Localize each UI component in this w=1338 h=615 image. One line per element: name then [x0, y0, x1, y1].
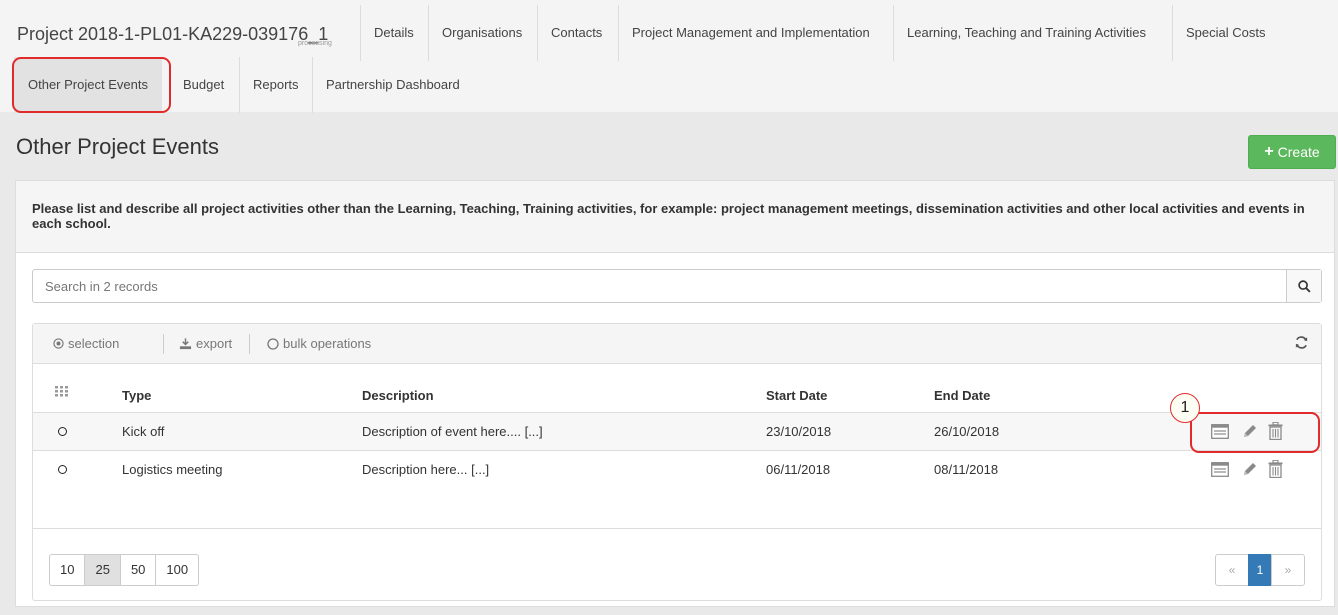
tab-budget[interactable]: Budget	[170, 57, 237, 113]
create-button[interactable]: + Create	[1248, 135, 1336, 169]
cell-description: Description of event here.... [...]	[362, 424, 543, 439]
page-size-25[interactable]: 25	[84, 554, 121, 586]
page-1-button[interactable]: 1	[1248, 554, 1272, 586]
table-row: Kick off Description of event here.... […	[33, 413, 1321, 450]
selection-label: selection	[68, 336, 120, 351]
project-title: Project 2018-1-PL01-KA229-039176_1	[17, 24, 329, 44]
table-row: Logistics meeting Description here... [.…	[33, 451, 1321, 488]
delete-icon[interactable]	[1268, 460, 1283, 478]
plus-icon: +	[1264, 143, 1274, 160]
refresh-icon	[1295, 336, 1308, 349]
search-box	[32, 269, 1322, 303]
cell-end-date: 08/11/2018	[934, 462, 999, 477]
callout-badge: 1	[1170, 393, 1200, 423]
cell-end-date: 26/10/2018	[934, 424, 1000, 439]
row-select-radio[interactable]	[58, 427, 67, 436]
refresh-button[interactable]	[1294, 335, 1309, 353]
tab-reports[interactable]: Reports	[239, 57, 312, 113]
tab-partnership-dashboard[interactable]: Partnership Dashboard	[312, 57, 473, 113]
cell-description: Description here... [...]	[362, 462, 490, 477]
edit-icon[interactable]	[1241, 461, 1258, 478]
download-icon	[179, 337, 192, 349]
table-bottom-divider	[33, 528, 1321, 529]
row-select-radio[interactable]	[58, 465, 67, 474]
columns-grid-icon[interactable]	[55, 386, 68, 397]
tab-special-costs[interactable]: Special Costs	[1172, 5, 1278, 61]
selection-toggle[interactable]: selection	[53, 336, 119, 351]
tab-learning-teaching-training[interactable]: Learning, Teaching and Training Activiti…	[893, 5, 1159, 61]
create-button-label: Create	[1277, 144, 1320, 160]
page-size-10[interactable]: 10	[49, 554, 86, 586]
next-page-button[interactable]: »	[1271, 554, 1305, 586]
edit-icon[interactable]	[1241, 423, 1258, 440]
delete-icon[interactable]	[1268, 422, 1283, 440]
view-icon[interactable]	[1211, 424, 1229, 439]
pagination: « 1 »	[1215, 554, 1305, 586]
column-header-start-date[interactable]: Start Date	[766, 388, 827, 403]
page-size-100[interactable]: 100	[155, 554, 200, 586]
tab-details[interactable]: Details	[360, 5, 427, 61]
circle-icon	[267, 337, 279, 350]
target-circle-icon	[53, 338, 64, 349]
tab-contacts[interactable]: Contacts	[537, 5, 615, 61]
bulk-operations-button[interactable]: bulk operations	[267, 336, 371, 351]
page-size-selector: 10 25 50 100	[49, 554, 200, 586]
export-label: export	[196, 336, 233, 351]
cell-start-date: 23/10/2018	[766, 424, 832, 439]
cell-type: Logistics meeting	[122, 462, 223, 477]
tab-organisations[interactable]: Organisations	[428, 5, 535, 61]
page-title: Other Project Events	[16, 134, 219, 159]
column-header-description[interactable]: Description	[362, 388, 434, 403]
column-header-end-date[interactable]: End Date	[934, 388, 990, 403]
export-button[interactable]: export	[179, 336, 232, 351]
search-input[interactable]	[33, 270, 1288, 302]
grid-toolbar: selection export bulk operations	[33, 324, 1321, 364]
tab-project-management[interactable]: Project Management and Implementation	[618, 5, 883, 61]
view-icon[interactable]	[1211, 462, 1229, 477]
search-button[interactable]	[1286, 270, 1321, 302]
toolbar-divider	[163, 334, 164, 354]
top-navigation: Project 2018-1-PL01-KA229-039176_1 proce…	[0, 0, 1338, 113]
search-icon	[1297, 279, 1311, 293]
instructions-notice: Please list and describe all project act…	[16, 181, 1334, 253]
column-header-type[interactable]: Type	[122, 388, 151, 403]
prev-page-button[interactable]: «	[1215, 554, 1249, 586]
project-status: processing	[298, 40, 332, 47]
cell-start-date: 06/11/2018	[766, 462, 831, 477]
toolbar-divider	[249, 334, 250, 354]
bulk-operations-label: bulk operations	[283, 336, 372, 351]
records-grid: selection export bulk operations Type De…	[32, 323, 1322, 601]
tab-other-project-events[interactable]: Other Project Events	[14, 57, 162, 113]
events-panel: Please list and describe all project act…	[15, 180, 1335, 607]
cell-type: Kick off	[122, 424, 165, 439]
page-size-50[interactable]: 50	[119, 554, 157, 586]
